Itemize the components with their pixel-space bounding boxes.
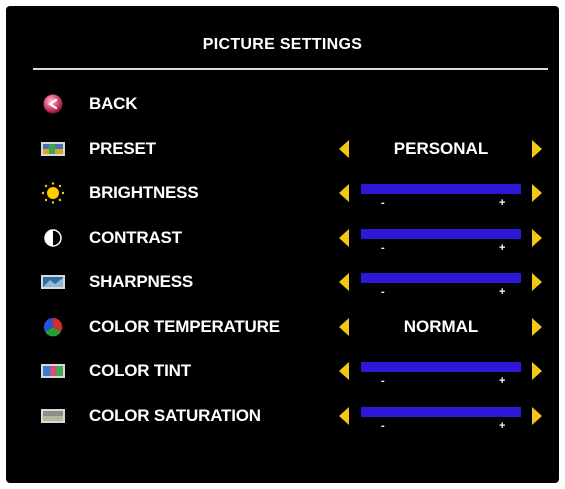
color-tint-slider[interactable]: - + <box>361 362 521 388</box>
arrow-left-icon[interactable] <box>339 140 349 158</box>
arrow-left-icon[interactable] <box>339 229 349 247</box>
slider-fill <box>361 184 521 194</box>
back-icon <box>41 93 65 115</box>
contrast-slider[interactable]: - + <box>361 229 521 255</box>
slider-fill <box>361 362 521 372</box>
color-temperature-value: NORMAL <box>403 317 479 336</box>
preset-value: PERSONAL <box>393 139 489 158</box>
arrow-right-icon[interactable] <box>532 318 542 336</box>
arrow-right-icon[interactable] <box>532 184 542 202</box>
menu-item-preset[interactable]: PRESET PERSONAL <box>6 127 559 171</box>
slider-minus-label: - <box>381 242 385 254</box>
menu-item-label: CONTRAST <box>89 228 182 247</box>
slider-minus-label: - <box>381 420 385 432</box>
menu-item-label: SHARPNESS <box>89 272 194 291</box>
slider-plus-label: + <box>499 375 506 387</box>
menu-item-label: PRESET <box>89 139 156 158</box>
brightness-icon <box>41 182 65 204</box>
menu-item-label: COLOR TINT <box>89 361 191 380</box>
slider-fill <box>361 273 521 283</box>
sharpness-icon <box>41 271 65 293</box>
menu-item-label: COLOR SATURATION <box>89 406 261 425</box>
slider-plus-label: + <box>499 242 506 254</box>
arrow-right-icon[interactable] <box>532 229 542 247</box>
brightness-slider[interactable]: - + <box>361 184 521 210</box>
color-tint-icon <box>41 360 65 382</box>
preset-icon <box>41 138 65 160</box>
arrow-right-icon[interactable] <box>532 407 542 425</box>
contrast-icon <box>41 227 65 249</box>
arrow-left-icon[interactable] <box>339 362 349 380</box>
arrow-left-icon[interactable] <box>339 407 349 425</box>
arrow-left-icon[interactable] <box>339 318 349 336</box>
menu-item-contrast[interactable]: CONTRAST - + <box>6 216 559 260</box>
menu-item-label: COLOR TEMPERATURE <box>89 317 280 336</box>
slider-fill <box>361 229 521 239</box>
arrow-left-icon[interactable] <box>339 184 349 202</box>
slider-minus-label: - <box>381 375 385 387</box>
menu-item-brightness[interactable]: BRIGHTNESS - + <box>6 171 559 215</box>
slider-plus-label: + <box>499 197 506 209</box>
arrow-right-icon[interactable] <box>532 273 542 291</box>
slider-plus-label: + <box>499 420 506 432</box>
title-divider <box>33 68 548 70</box>
menu-item-sharpness[interactable]: SHARPNESS - + <box>6 260 559 304</box>
slider-minus-label: - <box>381 286 385 298</box>
menu-item-label: BRIGHTNESS <box>89 183 199 202</box>
picture-settings-menu: PICTURE SETTINGS BACK PRESET PERSONAL BR… <box>6 6 559 483</box>
menu-item-label: BACK <box>89 94 138 113</box>
menu-item-back[interactable]: BACK <box>6 82 559 126</box>
color-saturation-icon <box>41 405 65 427</box>
menu-title: PICTURE SETTINGS <box>202 36 363 53</box>
slider-minus-label: - <box>381 197 385 209</box>
slider-fill <box>361 407 521 417</box>
arrow-right-icon[interactable] <box>532 362 542 380</box>
color-temperature-icon <box>41 316 65 338</box>
arrow-left-icon[interactable] <box>339 273 349 291</box>
color-saturation-slider[interactable]: - + <box>361 407 521 433</box>
sharpness-slider[interactable]: - + <box>361 273 521 299</box>
menu-item-color-temperature[interactable]: COLOR TEMPERATURE NORMAL <box>6 305 559 349</box>
slider-plus-label: + <box>499 286 506 298</box>
menu-item-color-tint[interactable]: COLOR TINT - + <box>6 349 559 393</box>
arrow-right-icon[interactable] <box>532 140 542 158</box>
menu-item-color-saturation[interactable]: COLOR SATURATION - + <box>6 394 559 438</box>
